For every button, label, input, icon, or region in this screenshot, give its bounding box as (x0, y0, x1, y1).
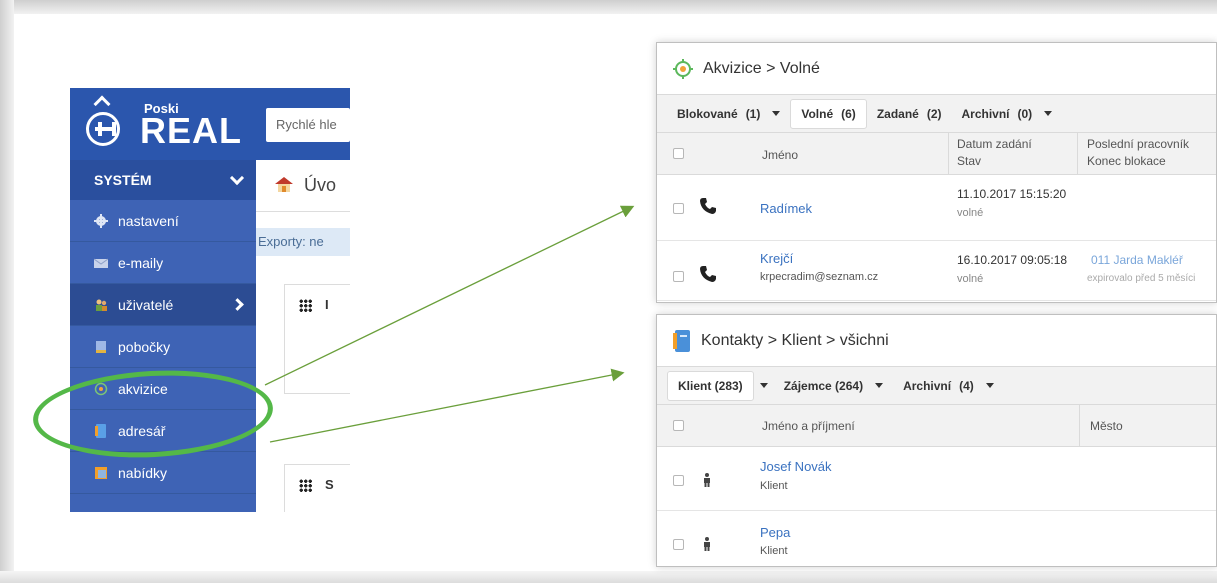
last-worker-link[interactable]: 011 Jarda Makléř (1091, 253, 1183, 267)
row-checkbox[interactable] (673, 203, 684, 214)
contact-email: krpecradim@seznam.cz (760, 271, 879, 283)
table-row[interactable]: Krejčí krpecradim@seznam.cz 16.10.2017 0… (657, 241, 1216, 301)
tab-bar: Blokované (1) Volné (6) Zadané (2) Archi… (657, 95, 1216, 133)
tab-zajemce[interactable]: Zájemce (264) (774, 371, 893, 401)
tab-archivni[interactable]: Archivní (0) (952, 99, 1063, 129)
column-header-name[interactable]: Jméno a příjmení (762, 419, 855, 433)
tab-label: Volné (801, 106, 834, 121)
contact-type: Klient (760, 480, 788, 492)
arrow-to-kontakty (269, 368, 625, 443)
entry-date: 16.10.2017 09:05:18 (957, 253, 1068, 267)
phone-icon[interactable] (699, 197, 717, 215)
select-all-checkbox[interactable] (673, 148, 684, 159)
contact-name-link[interactable]: Radímek (760, 201, 812, 216)
caret-down-icon[interactable] (772, 111, 781, 116)
tab-zadane[interactable]: Zadané (2) (867, 99, 952, 129)
target-icon (673, 58, 693, 79)
column-header-state[interactable]: Stav (957, 154, 981, 168)
caret-down-icon[interactable] (1044, 111, 1053, 116)
table-header: Jméno Datum zadání Stav Poslední pracovn… (657, 133, 1216, 175)
person-icon (704, 473, 710, 487)
table-row[interactable]: Josef Novák Klient (657, 447, 1216, 511)
tab-label: Zájemce (264) (783, 378, 864, 393)
entry-state: volné (957, 207, 984, 219)
contact-name-link[interactable]: Pepa (760, 525, 790, 540)
tab-volne[interactable]: Volné (6) (790, 98, 867, 129)
tab-label: Archivní (961, 106, 1010, 121)
row-checkbox[interactable] (673, 475, 684, 486)
caret-down-icon[interactable] (875, 383, 884, 388)
panel-header: Kontakty > Klient > všichni (657, 315, 1216, 367)
select-all-checkbox[interactable] (673, 420, 684, 431)
column-header-date[interactable]: Datum zadání (957, 137, 1032, 151)
table-header: Jméno a příjmení Město (657, 405, 1216, 447)
table-row[interactable]: Pepa Klient (657, 511, 1216, 566)
arrow-to-akvizice (264, 205, 635, 386)
kontakty-panel: Kontakty > Klient > všichni Klient (283)… (656, 314, 1217, 567)
column-divider (1079, 405, 1080, 447)
tab-count: (4) (959, 378, 974, 393)
entry-date: 11.10.2017 15:15:20 (957, 187, 1067, 201)
contact-name-link[interactable]: Josef Novák (760, 459, 832, 474)
tab-blokovane[interactable]: Blokované (1) (667, 99, 790, 129)
tab-label: Klient (283) (678, 378, 743, 393)
tab-count: (6) (841, 106, 856, 121)
column-divider (1077, 133, 1078, 175)
address-book-icon (673, 329, 690, 352)
tab-archivni[interactable]: Archivní (4) (893, 371, 1004, 401)
tab-klient[interactable]: Klient (283) (667, 370, 754, 401)
column-header-name[interactable]: Jméno (762, 148, 798, 162)
block-end: expirovalo před 5 měsíci (1087, 273, 1196, 284)
phone-icon[interactable] (699, 265, 717, 283)
person-icon (704, 537, 710, 551)
caret-down-icon[interactable] (759, 383, 768, 388)
breadcrumb: Kontakty > Klient > všichni (701, 331, 889, 349)
column-header-city[interactable]: Město (1090, 419, 1123, 433)
column-header-last-worker[interactable]: Poslední pracovník (1087, 137, 1189, 151)
tab-count: (0) (1017, 106, 1033, 121)
table-row[interactable]: Radímek 11.10.2017 15:15:20 volné (657, 175, 1216, 241)
column-divider (948, 133, 949, 175)
row-checkbox[interactable] (673, 271, 684, 282)
column-header-block-end[interactable]: Konec blokace (1087, 154, 1166, 168)
caret-down-icon[interactable] (985, 383, 994, 388)
tab-count: (1) (745, 106, 761, 121)
tab-label: Blokované (677, 106, 738, 121)
tab-count: (2) (926, 106, 942, 121)
tab-label: Zadané (876, 106, 919, 121)
contact-name-link[interactable]: Krejčí (760, 251, 793, 266)
contact-type: Klient (760, 545, 788, 557)
tab-label: Archivní (903, 378, 952, 393)
entry-state: volné (957, 273, 984, 285)
akvizice-panel: Akvizice > Volné Blokované (1) Volné (6)… (656, 42, 1217, 303)
tab-bar: Klient (283) Zájemce (264) Archivní (4) (657, 367, 1216, 405)
panel-header: Akvizice > Volné (657, 43, 1216, 95)
breadcrumb: Akvizice > Volné (703, 59, 820, 77)
row-checkbox[interactable] (673, 539, 684, 550)
